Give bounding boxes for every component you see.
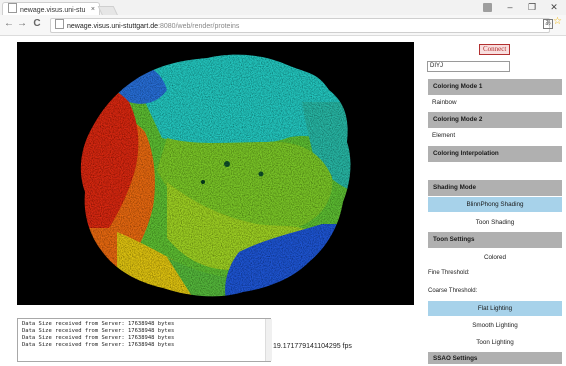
log-line: Data Size received from Server: 17638948…	[22, 342, 175, 348]
coloring-mode-1-header[interactable]: Coloring Mode 1	[428, 79, 562, 95]
user-icon[interactable]	[483, 3, 492, 12]
protein-id-input[interactable]: DIYJ	[427, 61, 510, 72]
forward-button[interactable]: →	[16, 17, 28, 31]
close-window-button[interactable]: ✕	[542, 0, 566, 14]
fine-threshold-label: Fine Threshold:	[428, 270, 470, 276]
log-line: Data Size received from Server: 17638948…	[22, 335, 175, 341]
blinnphong-shading-option[interactable]: BlinnPhong Shading	[428, 197, 562, 212]
bookmark-star-icon[interactable]: ☆	[553, 16, 562, 27]
smooth-lighting-option[interactable]: Smooth Lighting	[428, 318, 562, 333]
toon-lighting-option[interactable]: Toon Lighting	[428, 335, 562, 350]
ssao-settings-header[interactable]: SSAO Settings	[428, 352, 562, 364]
maximize-button[interactable]: ❐	[520, 0, 544, 14]
toon-shading-option[interactable]: Toon Shading	[428, 215, 562, 230]
coloring-mode-1-value[interactable]: Rainbow	[432, 99, 457, 106]
colored-option[interactable]: Colored	[428, 250, 562, 265]
coloring-mode-2-value[interactable]: Element	[432, 132, 455, 139]
coloring-mode-2-header[interactable]: Coloring Mode 2	[428, 112, 562, 128]
url-path: :8080/web/render/proteins	[158, 23, 240, 30]
coloring-interpolation-header[interactable]: Coloring Interpolation	[428, 146, 562, 162]
page-icon	[8, 3, 17, 13]
url-host: newage.visus.uni-stuttgart.de	[67, 23, 159, 30]
address-bar[interactable]: newage.visus.uni-stuttgart.de:8080/web/r…	[50, 18, 550, 33]
fps-readout: 19.171779141104295 fps	[273, 343, 352, 350]
shading-mode-header[interactable]: Shading Mode	[428, 180, 562, 196]
flat-lighting-option[interactable]: Flat Lighting	[428, 301, 562, 316]
toon-settings-header[interactable]: Toon Settings	[428, 232, 562, 248]
protein-render-image	[80, 54, 351, 297]
render-canvas[interactable]	[17, 42, 414, 305]
tab-title: newage.visus.uni-stu	[20, 7, 86, 14]
translate-icon[interactable]: あ	[543, 19, 553, 29]
reload-button[interactable]: C	[31, 17, 43, 31]
server-log[interactable]: Data Size received from Server: 17638948…	[17, 318, 271, 362]
connect-button[interactable]: Connect	[479, 44, 511, 55]
coarse-threshold-label: Coarse Threshold:	[428, 288, 478, 294]
log-scrollbar[interactable]	[265, 319, 272, 361]
back-button[interactable]: ←	[3, 17, 15, 31]
minimize-button[interactable]: –	[498, 0, 522, 14]
log-line: Data Size received from Server: 17638948…	[22, 328, 175, 334]
browser-tab[interactable]: newage.visus.uni-stu ×	[2, 2, 100, 16]
page-icon	[55, 19, 64, 29]
log-line: Data Size received from Server: 17638948…	[22, 321, 175, 327]
